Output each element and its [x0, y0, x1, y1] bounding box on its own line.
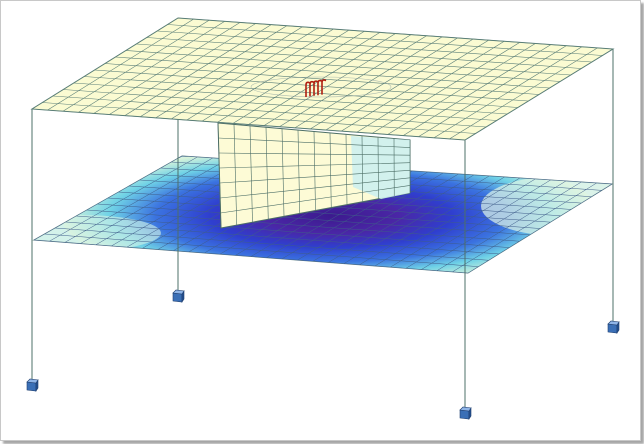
support-top [607, 320, 620, 326]
support-block [607, 320, 620, 334]
support-front [26, 381, 37, 392]
contour-edge-right [481, 176, 612, 236]
support-front [172, 292, 183, 303]
support-top [459, 406, 472, 412]
top-slab [30, 17, 615, 141]
support-block [26, 378, 39, 392]
support-block [172, 289, 185, 303]
support-top [172, 289, 185, 295]
structural-model-view[interactable] [1, 1, 641, 441]
viewport-frame [0, 0, 641, 441]
support-front [459, 409, 470, 420]
support-top [26, 378, 39, 384]
support-front [607, 323, 618, 334]
support-block [459, 406, 472, 420]
supports [26, 289, 620, 420]
